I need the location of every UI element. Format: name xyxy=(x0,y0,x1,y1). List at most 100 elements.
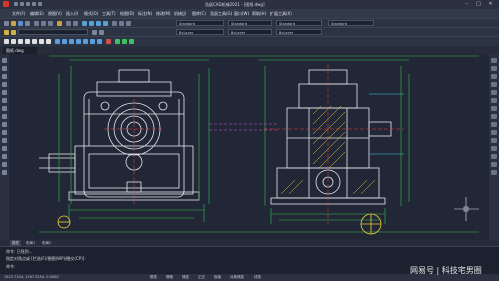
zoom-realtime-icon[interactable] xyxy=(89,21,94,26)
tool-palettes-icon[interactable] xyxy=(126,21,131,26)
color-select[interactable]: ByLayer xyxy=(176,29,224,35)
menu-extension[interactable]: 扩展工具(X) xyxy=(270,11,292,17)
mirror-tool-icon[interactable] xyxy=(491,74,497,79)
point-tool-icon[interactable] xyxy=(2,138,7,143)
hatch-tool-icon[interactable] xyxy=(2,146,7,151)
array-tool-icon[interactable] xyxy=(491,90,497,95)
copy-object-icon[interactable] xyxy=(62,39,67,44)
match-properties-icon[interactable] xyxy=(57,21,62,26)
layer-state-icon[interactable] xyxy=(11,30,16,35)
drawing-canvas[interactable] xyxy=(9,54,489,240)
extend-tool-icon[interactable] xyxy=(491,138,497,143)
move-icon[interactable] xyxy=(55,39,60,44)
status-ortho[interactable]: 正交 xyxy=(198,275,205,280)
trim-icon[interactable] xyxy=(90,39,95,44)
document-tab[interactable]: 图纸.dwg xyxy=(3,47,37,54)
chamfer-tool-icon[interactable] xyxy=(491,154,497,159)
mirror-icon[interactable] xyxy=(76,39,81,44)
menu-mechanical[interactable]: 机械(J) xyxy=(174,11,186,17)
explode-tool-icon[interactable] xyxy=(491,170,497,175)
status-polar[interactable]: 极轴 xyxy=(214,275,221,280)
menu-file[interactable]: 文件(F) xyxy=(12,11,25,17)
layer-previous-icon[interactable] xyxy=(99,30,104,35)
construction-line-icon[interactable] xyxy=(2,66,7,71)
dimension-linear-icon[interactable] xyxy=(115,39,120,44)
new-icon[interactable] xyxy=(4,21,9,26)
app-logo-icon[interactable] xyxy=(3,1,9,7)
erase-tool-icon[interactable] xyxy=(491,58,497,63)
table-tool-icon[interactable] xyxy=(2,162,7,167)
rotate-tool-icon[interactable] xyxy=(491,106,497,111)
text-icon[interactable] xyxy=(46,39,51,44)
dim-style-select[interactable]: Standard xyxy=(228,20,272,26)
open-file-icon[interactable] xyxy=(20,2,24,6)
spline-tool-icon[interactable] xyxy=(2,114,7,119)
status-model[interactable]: 模型 xyxy=(150,275,157,280)
extend-icon[interactable] xyxy=(97,39,102,44)
make-current-icon[interactable] xyxy=(92,30,97,35)
maximize-button[interactable]: □ xyxy=(474,1,483,7)
save-icon[interactable] xyxy=(26,2,30,6)
menu-window[interactable]: 窗口(W) xyxy=(234,11,249,17)
arc-icon[interactable] xyxy=(25,39,30,44)
fillet-tool-icon[interactable] xyxy=(491,162,497,167)
erase-icon[interactable] xyxy=(106,39,111,44)
region-tool-icon[interactable] xyxy=(2,154,7,159)
dimension-radius-icon[interactable] xyxy=(122,39,127,44)
rectangle-icon[interactable] xyxy=(32,39,37,44)
layer-select[interactable] xyxy=(18,29,88,35)
design-center-icon[interactable] xyxy=(119,21,124,26)
rectangle-tool-icon[interactable] xyxy=(2,90,7,95)
linetype-select[interactable]: ByLayer xyxy=(228,29,272,35)
close-button[interactable]: ✕ xyxy=(486,1,495,7)
menu-help[interactable]: 帮助(H) xyxy=(252,11,266,17)
line-tool-icon[interactable] xyxy=(2,58,7,63)
circle-icon[interactable] xyxy=(18,39,23,44)
table-style-select[interactable]: Standard xyxy=(276,20,322,26)
status-lineweight[interactable]: 线宽 xyxy=(254,275,261,280)
arc-tool-icon[interactable] xyxy=(2,98,7,103)
ellipse-tool-icon[interactable] xyxy=(2,122,7,127)
menu-tools[interactable]: 工具(T) xyxy=(102,11,116,17)
save-icon[interactable] xyxy=(18,21,23,26)
polyline-tool-icon[interactable] xyxy=(2,74,7,79)
menu-insert[interactable]: 插入(I) xyxy=(66,11,78,17)
print-icon[interactable] xyxy=(25,21,30,26)
properties-icon[interactable] xyxy=(112,21,117,26)
menu-modify[interactable]: 修改(M) xyxy=(156,11,171,17)
menu-dimension[interactable]: 标注(N) xyxy=(138,11,152,17)
menu-format[interactable]: 格式(O) xyxy=(84,11,98,17)
menu-draw[interactable]: 绘图(D) xyxy=(120,11,134,17)
offset-icon[interactable] xyxy=(83,39,88,44)
menu-edit[interactable]: 编辑(E) xyxy=(30,11,44,17)
status-snap[interactable]: 捕捉 xyxy=(182,275,189,280)
copy-tool-icon[interactable] xyxy=(491,66,497,71)
undo-icon[interactable] xyxy=(32,2,36,6)
break-tool-icon[interactable] xyxy=(491,146,497,151)
open-icon[interactable] xyxy=(11,21,16,26)
hatch-icon[interactable] xyxy=(39,39,44,44)
new-file-icon[interactable] xyxy=(14,2,18,6)
mtext-tool-icon[interactable] xyxy=(2,170,7,175)
move-tool-icon[interactable] xyxy=(491,98,497,103)
paste-icon[interactable] xyxy=(48,21,53,26)
zoom-previous-icon[interactable] xyxy=(103,21,108,26)
redo-icon[interactable] xyxy=(73,21,78,26)
offset-tool-icon[interactable] xyxy=(491,82,497,87)
circle-tool-icon[interactable] xyxy=(2,106,7,111)
menu-library[interactable]: 图库(C) xyxy=(192,11,206,17)
status-osnap[interactable]: 对象捕捉 xyxy=(230,275,244,280)
text-style-select[interactable]: Standard xyxy=(176,20,224,26)
polyline-icon[interactable] xyxy=(11,39,16,44)
dimension-angular-icon[interactable] xyxy=(129,39,134,44)
stretch-tool-icon[interactable] xyxy=(491,122,497,127)
lineweight-select[interactable]: ByLayer xyxy=(276,29,322,35)
minimize-button[interactable]: – xyxy=(462,1,471,7)
redo-icon[interactable] xyxy=(38,2,42,6)
line-icon[interactable] xyxy=(4,39,9,44)
polygon-tool-icon[interactable] xyxy=(2,82,7,87)
zoom-window-icon[interactable] xyxy=(96,21,101,26)
status-grid[interactable]: 栅格 xyxy=(166,275,173,280)
block-insert-icon[interactable] xyxy=(2,130,7,135)
layer-manager-icon[interactable] xyxy=(4,30,9,35)
